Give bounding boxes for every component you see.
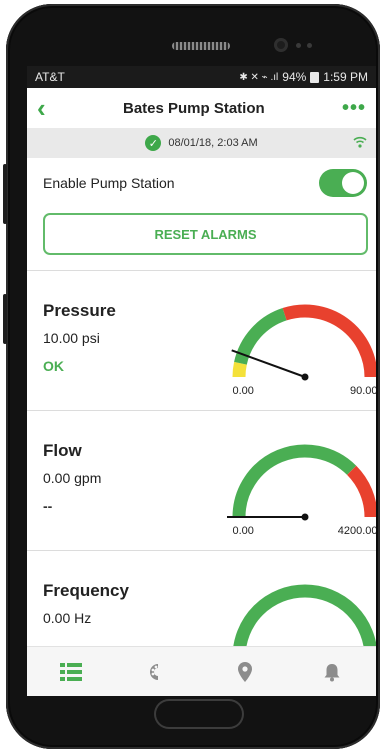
gauge-segment <box>232 361 247 378</box>
sensor-dot <box>296 43 301 48</box>
clock: 1:59 PM <box>323 70 368 84</box>
metric-value: 0.00 Hz <box>43 610 92 626</box>
palette-icon <box>149 663 158 680</box>
gauge-min-label: 0.00 <box>233 525 254 537</box>
sensor-dot <box>307 43 312 48</box>
nav-list[interactable] <box>51 652 91 692</box>
gauge-max-label: 4200.00 <box>338 525 376 537</box>
front-camera <box>274 38 288 52</box>
gauge-segment <box>346 465 376 518</box>
gauge-min-label: 0.00 <box>233 385 254 397</box>
metric-value: 0.00 gpm <box>43 470 102 486</box>
check-circle-icon: ✓ <box>145 135 162 151</box>
page-title: Bates Pump Station <box>122 99 265 117</box>
sync-timestamp: 08/01/18, 2:03 AM <box>168 137 258 149</box>
nav-alerts[interactable] <box>312 652 352 692</box>
status-icons: ✱ ✕ ⌁ .ıl <box>239 71 279 83</box>
metrics-list: Pressure 10.00 psi OK 0.00 90.00 Flow 0.00 gpm… <box>27 271 376 690</box>
chevron-left-icon[interactable]: ‹ <box>37 95 46 121</box>
gauge-segment <box>282 304 376 378</box>
gauge: 0.00 90.00 <box>231 304 376 397</box>
gauge-max-label: 90.00 <box>350 385 376 397</box>
list-icon <box>59 662 82 681</box>
enable-pump-label: Enable Pump Station <box>43 175 175 191</box>
app-header: ‹ Bates Pump Station ••• <box>27 88 376 128</box>
home-button[interactable] <box>154 699 244 729</box>
metric-1: Flow 0.00 gpm -- 0.00 4200.00 <box>27 411 376 550</box>
volume-button <box>3 164 7 224</box>
enable-pump-row: Enable Pump Station <box>27 158 376 208</box>
phone-frame: AT&T ✱ ✕ ⌁ .ıl 94% 1:59 PM ‹ Bates Pump … <box>3 4 380 749</box>
toggle-knob <box>342 172 364 194</box>
wifi-icon <box>353 136 367 148</box>
carrier-label: AT&T <box>35 70 65 84</box>
power-button <box>3 294 7 344</box>
metric-name: Flow <box>43 441 82 460</box>
earpiece-speaker <box>172 42 230 50</box>
gauge-hub <box>301 373 309 381</box>
metric-name: Pressure <box>43 301 116 320</box>
bell-icon <box>324 663 340 681</box>
status-indicators: ✱ ✕ ⌁ .ıl 94% 1:59 PM <box>239 70 368 84</box>
location-pin-icon <box>238 661 253 682</box>
metric-status: OK <box>43 358 64 374</box>
bottom-navigation <box>27 646 376 696</box>
nav-location[interactable] <box>225 652 265 692</box>
battery-icon <box>310 71 320 83</box>
sync-status-bar: ✓ 08/01/18, 2:03 AM <box>27 128 376 158</box>
metric-name: Frequency <box>43 581 129 600</box>
nav-gauges[interactable] <box>138 652 178 692</box>
more-dots-icon[interactable]: ••• <box>342 97 366 120</box>
app-screen: AT&T ✱ ✕ ⌁ .ıl 94% 1:59 PM ‹ Bates Pump … <box>27 66 376 696</box>
status-bar: AT&T ✱ ✕ ⌁ .ıl 94% 1:59 PM <box>27 66 376 88</box>
enable-pump-toggle[interactable] <box>319 169 367 197</box>
battery-percent: 94% <box>282 70 307 84</box>
gauge-segment <box>232 444 357 518</box>
metric-status: -- <box>43 498 53 514</box>
reset-alarms-button[interactable]: RESET ALARMS <box>43 213 368 255</box>
metric-value: 10.00 psi <box>43 330 100 346</box>
gauge-hub <box>301 513 309 521</box>
gauge: 0.00 4200.00 <box>227 444 376 537</box>
metric-0: Pressure 10.00 psi OK 0.00 90.00 <box>27 271 376 410</box>
